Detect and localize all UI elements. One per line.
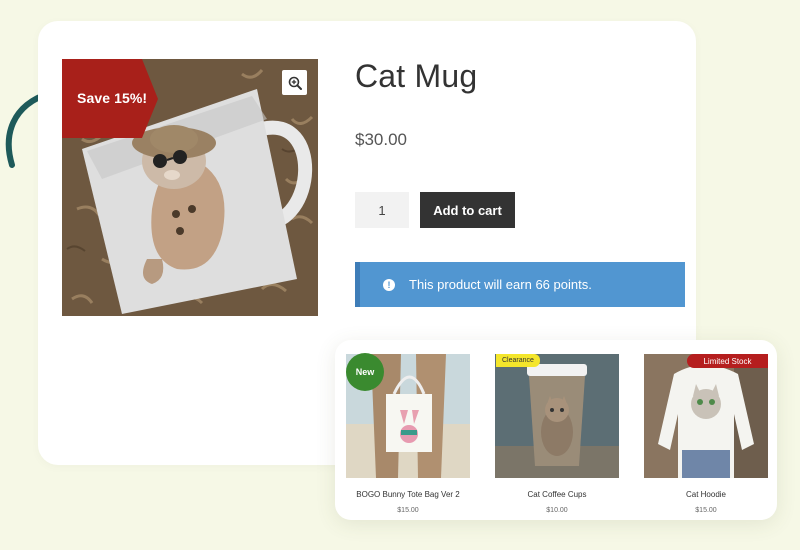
badge-limited-stock: Limited Stock [687, 354, 768, 368]
product-title: Cat Mug [355, 58, 478, 94]
related-product-image[interactable] [495, 354, 619, 478]
sale-badge: Save 15%! [62, 59, 158, 138]
badge-new: New [346, 353, 384, 391]
magnifier-plus-icon [288, 76, 302, 90]
add-to-cart-button[interactable]: Add to cart [420, 192, 515, 228]
points-notice-text: This product will earn 66 points. [409, 277, 592, 292]
related-product-price: $15.00 [695, 507, 717, 514]
related-product-price: $10.00 [546, 507, 568, 514]
related-product-name[interactable]: Cat Hoodie [644, 490, 768, 499]
related-product-name[interactable]: Cat Coffee Cups [495, 490, 619, 499]
related-product-image[interactable] [644, 354, 768, 478]
sale-badge-label: Save 15%! [77, 90, 148, 106]
related-product-price: $15.00 [397, 507, 419, 514]
quantity-input[interactable] [355, 192, 409, 228]
related-product-name[interactable]: BOGO Bunny Tote Bag Ver 2 [346, 490, 470, 499]
badge-clearance: Clearance [496, 354, 540, 367]
points-notice: ! This product will earn 66 points. [355, 262, 685, 307]
info-icon: ! [383, 278, 395, 291]
product-price: $30.00 [355, 130, 407, 149]
zoom-button[interactable] [282, 70, 307, 95]
